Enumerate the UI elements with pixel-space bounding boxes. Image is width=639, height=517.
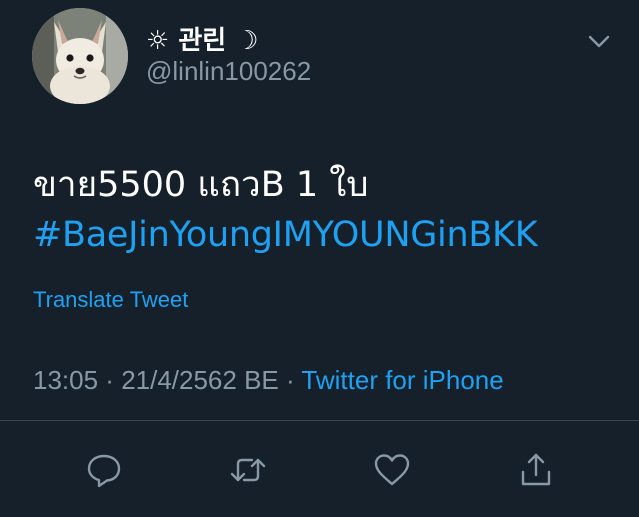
reply-button[interactable] [84,450,124,490]
tweet-text: ขาย5500 แถวB 1 ใบ [33,165,369,205]
reply-icon [87,454,121,488]
hashtag-link[interactable]: #BaeJinYoungIMYOUNGinBKK [33,215,538,255]
more-options-button[interactable] [584,26,614,56]
meta-separator: · [278,365,302,395]
chihuahua-avatar [32,8,128,104]
tweet-date: 21/4/2562 BE [121,365,279,395]
heart-icon [374,454,410,486]
retweet-icon [230,458,266,482]
share-button[interactable] [516,450,556,490]
share-icon [521,453,551,486]
tweet-time: 13:05 [33,365,99,395]
tweet: ☼ 관린 ☽ @linlin100262 ขาย5500 แถวB 1 ใบ #… [0,0,639,517]
like-button[interactable] [372,450,412,490]
divider [0,420,639,421]
tweet-source-link[interactable]: Twitter for iPhone [301,365,503,395]
user-handle[interactable]: @linlin100262 [146,56,311,87]
tweet-meta: 13:05 · 21/4/2562 BE · Twitter for iPhon… [33,365,504,396]
translate-tweet-link[interactable]: Translate Tweet [33,287,188,313]
meta-separator: · [98,365,122,395]
avatar[interactable] [32,8,128,104]
retweet-button[interactable] [228,450,268,490]
display-name[interactable]: ☼ 관린 ☽ [146,20,259,57]
chevron-down-icon [588,35,610,48]
